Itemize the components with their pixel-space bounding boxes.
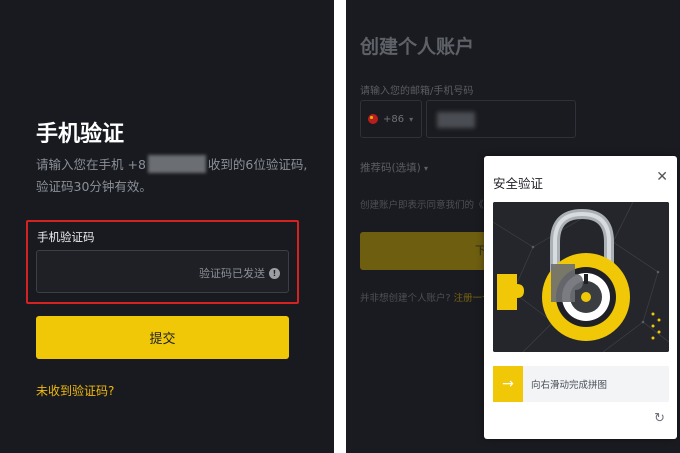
create-account-title: 创建个人账户 [360, 36, 475, 58]
page-title: 手机验证 [36, 122, 125, 147]
slider-handle[interactable]: → [493, 366, 523, 402]
terms-text: 创建账户即表示同意我们的《服 [360, 200, 494, 211]
masked-phone-number [147, 155, 206, 173]
security-verification-modal: 安全验证 ✕ → 向右滑动完成拼图 ↻ [484, 156, 677, 439]
arrow-right-icon: → [502, 376, 514, 392]
puzzle-captcha-image [493, 202, 669, 352]
description-text-3: 验证码30分钟有效。 [36, 179, 152, 194]
business-prompt-text: 并非想创建个人账户? [360, 293, 451, 304]
description-text-1: 请输入您在手机 +8 [36, 157, 146, 172]
description-text-2: 收到的6位验证码, [207, 157, 308, 172]
referral-code-toggle[interactable]: 推荐码(选填) ▾ [360, 160, 428, 175]
chevron-down-icon: ▾ [424, 164, 429, 173]
business-account-prompt: 并非想创建个人账户? 注册一个企 [360, 290, 501, 304]
code-sent-status: 验证码已发送 ! [199, 265, 280, 281]
resend-code-link[interactable]: 未收到验证码? [36, 382, 114, 399]
slider-instruction: 向右滑动完成拼图 [531, 380, 608, 391]
code-field-label: 手机验证码 [37, 230, 95, 244]
submit-button[interactable]: 提交 [36, 316, 289, 359]
country-code-value: +86 [383, 113, 405, 125]
verification-code-input[interactable]: 验证码已发送 ! [36, 250, 289, 293]
country-code-select[interactable]: +86 ▾ [360, 100, 422, 138]
captcha-slider-track[interactable]: → 向右滑动完成拼图 [493, 366, 669, 402]
modal-title: 安全验证 [493, 176, 544, 191]
phone-verification-panel: 手机验证 请输入您在手机 +8 收到的6位验证码, 验证码30分钟有效。 手机验证… [0, 0, 334, 453]
phone-number-input[interactable] [426, 100, 576, 138]
padlock-puzzle-illustration [493, 202, 669, 352]
refresh-icon[interactable]: ↻ [654, 411, 665, 426]
china-flag-icon [368, 114, 378, 124]
email-phone-label: 请输入您的邮箱/手机号码 [360, 86, 474, 97]
masked-phone-input [437, 112, 475, 128]
info-icon[interactable]: ! [269, 267, 280, 279]
verification-description: 请输入您在手机 +8 收到的6位验证码, 验证码30分钟有效。 [36, 154, 316, 198]
close-icon[interactable]: ✕ [656, 169, 668, 185]
referral-label: 推荐码(选填) [360, 162, 421, 174]
chevron-down-icon: ▾ [409, 114, 414, 124]
code-sent-text: 验证码已发送 [199, 267, 265, 280]
